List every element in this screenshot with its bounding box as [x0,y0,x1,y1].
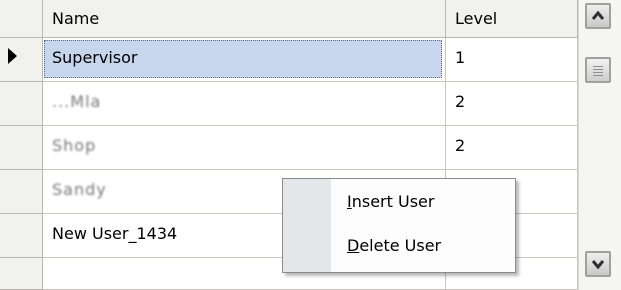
row-selector[interactable] [0,170,43,214]
row-header-corner[interactable] [0,0,43,38]
table-row-level-cell[interactable]: 2 [446,82,578,126]
scroll-down-button[interactable] [585,251,611,277]
chevron-up-icon [591,10,605,20]
row-selector[interactable] [0,38,43,82]
menu-item-text-rest: elete User [359,236,442,255]
current-row-arrow-icon [8,48,17,64]
user-level: 1 [455,48,466,67]
user-name: Sandy [52,180,107,199]
menu-item-insert-user-label: Insert User [347,192,434,211]
mnemonic-letter: D [347,236,360,255]
user-level: 2 [455,92,466,111]
user-name: Shop [52,136,97,155]
row-selector[interactable] [0,214,43,258]
user-name: ...Mla [52,92,102,111]
menu-icon-gutter [283,179,331,272]
table-row-name-cell[interactable]: ...Mla [43,82,446,126]
row-selector[interactable] [0,258,43,290]
user-name: New User_1434 [52,224,178,243]
menu-item-delete-user[interactable]: Delete User [331,228,515,266]
menu-item-delete-user-label: Delete User [347,236,441,255]
scroll-up-button[interactable] [585,3,611,29]
table-row-level-cell[interactable]: 1 [446,38,578,82]
column-header-name-label: Name [52,9,100,28]
vertical-scrollbar[interactable] [578,0,621,290]
column-header-level[interactable]: Level [446,0,578,38]
menu-item-insert-user[interactable]: Insert User [331,184,515,222]
menu-item-text-rest: nsert User [351,192,435,211]
user-level: 2 [455,136,466,155]
table-row-name-cell[interactable]: Shop [43,126,446,170]
scroll-thumb[interactable] [585,57,611,83]
user-name: Supervisor [52,48,138,67]
column-header-name[interactable]: Name [43,0,446,38]
row-selector[interactable] [0,126,43,170]
table-row-level-cell[interactable]: 2 [446,126,578,170]
chevron-down-icon [591,260,605,270]
table-row-name-cell[interactable]: Supervisor [43,38,446,82]
column-header-level-label: Level [455,9,498,28]
row-selector[interactable] [0,82,43,126]
context-menu: Insert User Delete User [282,178,516,273]
